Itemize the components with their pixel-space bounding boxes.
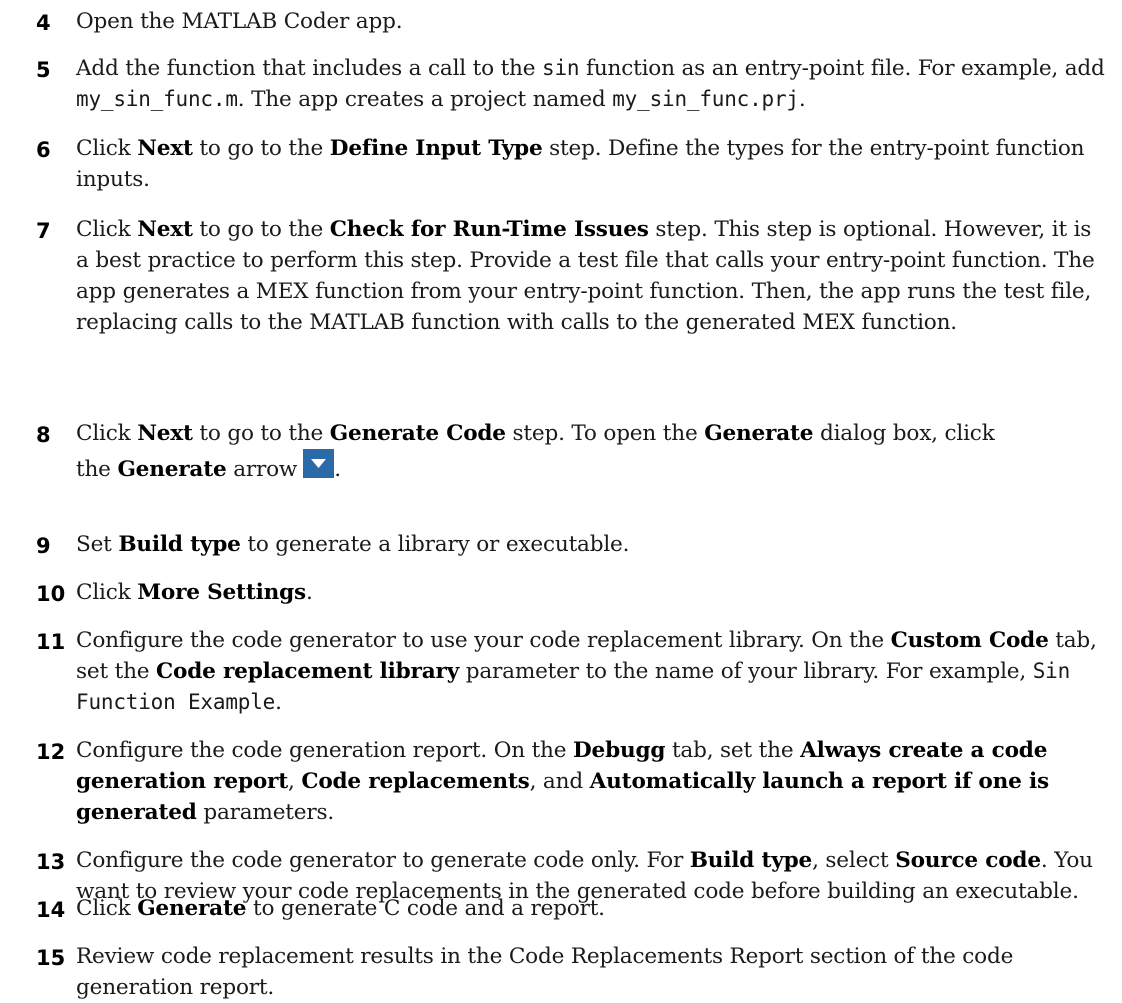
step-number: 12 bbox=[36, 740, 66, 764]
text-run: parameters. bbox=[196, 800, 334, 825]
text-run: to go to the bbox=[192, 136, 330, 161]
bold-term: Next bbox=[137, 136, 193, 161]
text-run: . bbox=[305, 580, 313, 605]
step-number: 13 bbox=[36, 850, 66, 874]
step-number: 15 bbox=[36, 946, 66, 970]
step-text: Click Next to go to the Generate Code st… bbox=[76, 418, 1106, 485]
step-text: Set Build type to generate a library or … bbox=[76, 529, 1106, 560]
text-run: Configure the code generator to use your… bbox=[76, 628, 891, 653]
bold-term: Next bbox=[137, 421, 193, 446]
text-run: Click bbox=[76, 136, 138, 161]
step-number: 11 bbox=[36, 630, 66, 654]
bold-term: Build type bbox=[689, 848, 813, 873]
text-run: Configure the code generator to generate… bbox=[76, 848, 690, 873]
text-run: . bbox=[334, 457, 341, 482]
text-run: function as an entry-point file. For exa… bbox=[579, 56, 1105, 81]
bold-term: Debugg bbox=[573, 738, 666, 763]
step-text: Click Next to go to the Define Input Typ… bbox=[76, 133, 1106, 195]
step-number: 7 bbox=[36, 219, 51, 243]
bold-term: More Settings bbox=[137, 580, 306, 605]
text-run: to go to the bbox=[192, 421, 330, 446]
text-run: . bbox=[275, 690, 282, 715]
text-run: to go to the bbox=[192, 217, 330, 242]
text-run: Add the function that includes a call to… bbox=[76, 56, 543, 81]
text-run: step. To open the bbox=[505, 421, 705, 446]
step-text: Configure the code generation report. On… bbox=[76, 735, 1106, 828]
text-run: . The app creates a project named bbox=[237, 87, 613, 112]
text-run: Click bbox=[76, 580, 138, 605]
text-run: parameter to the name of your library. F… bbox=[459, 659, 1033, 684]
text-run: Set bbox=[76, 532, 119, 557]
step-text: Click Generate to generate C code and a … bbox=[76, 893, 1106, 924]
step-number: 9 bbox=[36, 534, 51, 558]
text-run: , bbox=[288, 769, 302, 794]
dropdown-arrow-icon[interactable] bbox=[303, 449, 335, 478]
bold-term: Generate bbox=[117, 457, 227, 482]
step-number: 10 bbox=[36, 582, 66, 606]
step-text: Click More Settings. bbox=[76, 577, 1106, 608]
step-number: 5 bbox=[36, 58, 51, 82]
text-run: . bbox=[798, 87, 806, 112]
text-run: Click bbox=[76, 896, 138, 921]
bold-term: Source code bbox=[895, 848, 1041, 873]
text-run: , select bbox=[812, 848, 896, 873]
text-run: Configure the code generation report. On… bbox=[76, 738, 574, 763]
bold-term: Code replacements bbox=[301, 769, 530, 794]
text-run: Review code replacement results in the C… bbox=[76, 944, 1014, 1000]
text-run: the bbox=[76, 457, 118, 482]
text-run: to generate C code and a report. bbox=[246, 896, 605, 921]
step-number: 14 bbox=[36, 898, 66, 922]
step-number: 6 bbox=[36, 138, 51, 162]
text-run: Click bbox=[76, 217, 138, 242]
bold-term: Generate bbox=[137, 896, 247, 921]
bold-term: Build type bbox=[118, 532, 241, 557]
text-run: Click bbox=[76, 421, 138, 446]
text-run: tab, set the bbox=[665, 738, 801, 763]
code-term: my_sin_func.prj bbox=[612, 87, 799, 111]
text-run: , and bbox=[529, 769, 590, 794]
step-number: 8 bbox=[36, 423, 51, 447]
step-number: 4 bbox=[36, 11, 51, 35]
step-text: Review code replacement results in the C… bbox=[76, 941, 1106, 1003]
step-text: Click Next to go to the Check for Run-Ti… bbox=[76, 214, 1106, 338]
bold-term: Next bbox=[137, 217, 193, 242]
step-text: Open the MATLAB Coder app. bbox=[76, 6, 1106, 37]
step-text: Configure the code generator to use your… bbox=[76, 625, 1106, 718]
step-text: Add the function that includes a call to… bbox=[76, 53, 1106, 115]
bold-term: Generate bbox=[704, 421, 814, 446]
bold-term: Generate Code bbox=[329, 421, 506, 446]
text-run: arrow bbox=[226, 457, 298, 482]
code-term: sin bbox=[542, 56, 580, 80]
text-run: dialog box, click bbox=[813, 421, 995, 446]
text-run: Open the MATLAB Coder app. bbox=[76, 9, 403, 34]
code-term: my_sin_func.m bbox=[76, 87, 238, 111]
bold-term: Check for Run-Time Issues bbox=[329, 217, 649, 242]
text-run: to generate a library or executable. bbox=[240, 532, 630, 557]
bold-term: Code replacement library bbox=[156, 659, 460, 684]
bold-term: Custom Code bbox=[890, 628, 1049, 653]
bold-term: Define Input Type bbox=[329, 136, 543, 161]
